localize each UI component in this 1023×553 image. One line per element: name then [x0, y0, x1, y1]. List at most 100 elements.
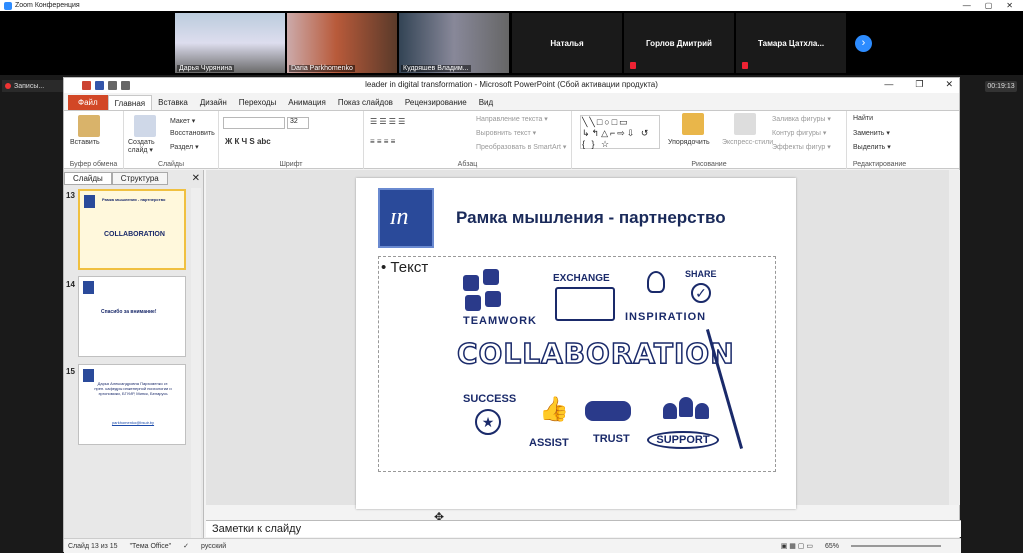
maximize-button[interactable]: ▢	[985, 1, 993, 10]
thumb-title: Спасибо за внимание!	[101, 309, 157, 315]
bold-icon[interactable]: Ж К Ч S abc	[225, 137, 271, 146]
speech-bubble-icon	[555, 287, 615, 321]
list-icons[interactable]: ☰ ☰ ☰ ☰	[370, 117, 405, 126]
lightbulb-icon	[647, 271, 665, 293]
check-icon: ✓	[691, 283, 711, 303]
pane-scrollbar[interactable]	[191, 188, 201, 538]
align-text-button[interactable]: Выровнить текст ▾	[476, 129, 536, 137]
quick-styles-icon[interactable]	[734, 113, 756, 135]
thumbs-up-icon: 👍	[539, 396, 569, 423]
select-button[interactable]: Выделить ▾	[853, 143, 891, 151]
ppt-restore-button[interactable]: ❐	[915, 79, 923, 90]
zoom-level[interactable]: 65%	[825, 543, 839, 550]
zoom-slider[interactable]	[851, 545, 941, 547]
content-placeholder[interactable]: • Текст TEAMWORK EXCHANGE SHARE ✓ INSPIR…	[378, 256, 776, 472]
shapes-gallery[interactable]: ╲╲□○□▭ ↳↰△⌐⇨⇩ ↺ { } ☆	[580, 115, 660, 149]
find-button[interactable]: Найти	[853, 115, 873, 122]
slide-counter: Слайд 13 из 15	[68, 542, 118, 550]
tab-review[interactable]: Рецензирование	[399, 95, 473, 110]
replace-button[interactable]: Заменить ▾	[853, 129, 890, 137]
tab-insert[interactable]: Вставка	[152, 95, 194, 110]
close-pane-icon[interactable]: ✕	[192, 173, 200, 184]
arrange-icon[interactable]	[682, 113, 704, 135]
recording-indicator[interactable]: Записы...	[2, 80, 64, 92]
tab-file[interactable]: Файл	[68, 95, 108, 110]
recording-label: Записы...	[14, 82, 45, 90]
reset-button[interactable]: Восстановить	[170, 130, 215, 137]
spellcheck-icon[interactable]: ✓	[183, 542, 189, 550]
paste-button[interactable]: Вставить	[70, 139, 100, 146]
university-logo: ɪn	[378, 188, 434, 248]
current-slide: ɪn Рамка мышления - партнерство • Текст …	[356, 178, 796, 509]
editor-scrollbar[interactable]	[949, 170, 960, 505]
tab-home[interactable]: Главная	[107, 95, 153, 110]
support-label: SUPPORT	[656, 434, 710, 446]
shape-fill-button[interactable]: Заливка фигуры ▾	[772, 115, 831, 123]
tab-transitions[interactable]: Переходы	[233, 95, 283, 110]
handshake-icon	[585, 401, 631, 421]
ppt-close-button[interactable]: ✕	[945, 79, 953, 90]
muted-mic-icon	[742, 62, 748, 69]
group-drawing: ╲╲□○□▭ ↳↰△⌐⇨⇩ ↺ { } ☆ Упорядочить Экспре…	[572, 111, 847, 169]
muted-mic-icon	[630, 62, 636, 69]
thumb-title: Дарья Александровна Пархоменко ст. преп.…	[94, 381, 172, 396]
smartart-button[interactable]: Преобразовать в SmartArt ▾	[476, 143, 566, 151]
ppt-minimize-button[interactable]: —	[884, 79, 893, 90]
slide-number: 14	[66, 280, 75, 289]
participant-video[interactable]: Дарья Чурянина	[175, 13, 285, 73]
tab-outline[interactable]: Структура	[111, 171, 168, 185]
ribbon: Вставить Буфер обмена Создать слайд ▾ Ма…	[64, 110, 959, 169]
align-icons[interactable]: ≡ ≡ ≡ ≡	[370, 137, 395, 146]
participant-name: Горлов Дмитрий	[646, 38, 712, 48]
group-label: Буфер обмена	[69, 161, 118, 168]
record-icon	[5, 83, 11, 89]
participant-name: Дарья Чурянина	[177, 65, 235, 72]
logo-mark: ɪn	[390, 204, 409, 230]
bullet-text: • Текст	[381, 259, 429, 276]
participant-video[interactable]: Daria Parkhomenko	[287, 13, 397, 73]
section-button[interactable]: Раздел ▾	[170, 143, 199, 151]
slide-title[interactable]: Рамка мышления - партнерство	[456, 208, 726, 228]
slide-thumbnail[interactable]: Спасибо за внимание!	[78, 276, 186, 357]
minimize-button[interactable]: —	[963, 1, 971, 10]
logo-icon	[83, 281, 94, 294]
participant-video[interactable]: Кудряшев Владим...	[399, 13, 509, 73]
tab-slideshow[interactable]: Показ слайдов	[332, 95, 399, 110]
tab-design[interactable]: Дизайн	[194, 95, 233, 110]
new-slide-button[interactable]: Создать слайд ▾	[128, 139, 158, 154]
slide-thumbnail[interactable]: Рамка мышления - партнерство COLLABORATI…	[78, 189, 186, 270]
font-name-combo[interactable]	[223, 117, 285, 129]
group-label: Рисование	[691, 161, 727, 168]
slide-thumbnail[interactable]: Дарья Александровна Пархоменко ст. преп.…	[78, 364, 186, 445]
thumb-title: Рамка мышления - партнерство	[102, 197, 166, 202]
text-direction-button[interactable]: Направление текста ▾	[476, 115, 548, 123]
support-badge: SUPPORT	[647, 431, 719, 449]
view-buttons[interactable]: ▣ ▦ ▢ ▭	[781, 542, 813, 550]
language[interactable]: русский	[201, 543, 226, 550]
font-size-combo[interactable]: 32	[287, 117, 309, 129]
paste-icon[interactable]	[78, 115, 100, 137]
tab-slides[interactable]: Слайды	[64, 171, 112, 185]
participant-name: Кудряшев Владим...	[401, 65, 471, 72]
tab-view[interactable]: Вид	[473, 95, 499, 110]
new-slide-icon[interactable]	[134, 115, 156, 137]
participant-tile[interactable]: Горлов Дмитрий	[624, 13, 734, 73]
people-icon	[661, 393, 713, 421]
quick-styles-button[interactable]: Экспресс-стили	[722, 139, 773, 146]
collaboration-label: COLLABORATION	[456, 336, 735, 371]
next-page-icon[interactable]: ›	[855, 35, 872, 52]
bullet-label: Текст	[390, 259, 429, 276]
logo-icon	[84, 195, 95, 208]
notes-pane[interactable]: Заметки к слайду	[206, 520, 961, 537]
exchange-label: EXCHANGE	[553, 273, 610, 284]
group-editing: Найти Заменить ▾ Выделить ▾ Редактирован…	[847, 111, 912, 169]
shape-effects-button[interactable]: Эффекты фигур ▾	[772, 143, 831, 151]
participant-tile[interactable]: Тамара Цатхла...	[736, 13, 846, 73]
shape-outline-button[interactable]: Контур фигуры ▾	[772, 129, 826, 137]
arrange-button[interactable]: Упорядочить	[668, 139, 710, 146]
close-button[interactable]: ✕	[1006, 1, 1013, 10]
group-clipboard: Вставить Буфер обмена	[64, 111, 124, 169]
tab-animation[interactable]: Анимация	[282, 95, 332, 110]
layout-button[interactable]: Макет ▾	[170, 117, 195, 125]
participant-tile[interactable]: Наталья	[512, 13, 622, 73]
